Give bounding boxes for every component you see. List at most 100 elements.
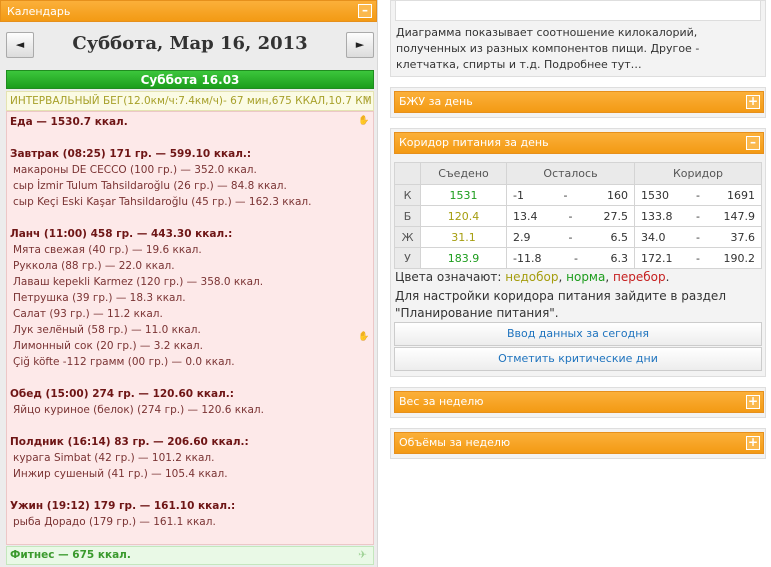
meal-header[interactable]: Еда — 1530.7 ккал. [10,114,369,130]
corridor-range: 34.0 - 37.6 [634,226,762,248]
food-item[interactable]: сыр İzmir Tulum Tahsildaroğlu (26 гр.) —… [10,178,369,194]
meal-header[interactable]: Завтрак (08:25) 171 гр. — 599.10 ккал.: [10,146,369,162]
col-header-left: Осталось [506,162,635,185]
food-item[interactable]: Инжир сушеный (41 гр.) — 105.4 ккал. [10,466,369,482]
collapse-icon[interactable]: – [746,136,760,150]
left-from: 13.4 [513,209,538,223]
legend-end: . [665,270,670,284]
left-from: -1 [513,188,524,202]
bju-header[interactable]: БЖУ за день + [394,91,764,113]
legend-sep: , [605,270,613,284]
fitness-text: Фитнес — 675 ккал. [10,549,131,561]
corridor-range: 172.1 - 190.2 [634,247,762,269]
next-day-button[interactable]: ► [346,32,374,58]
corridor-header-title: Коридор питания за день [399,136,549,149]
hand-icon[interactable]: ✋ [358,332,369,342]
left-from: 2.9 [513,230,531,244]
dash: - [696,188,700,202]
corr-from: 133.8 [641,209,673,223]
left-from: -11.8 [513,251,542,265]
corr-to: 147.9 [723,209,755,223]
table-row: Ж 31.1 2.9 - 6.5 34.0 - 37.6 [394,226,762,248]
expand-icon[interactable]: + [746,95,760,109]
color-legend: Цвета означают: недобор, норма, перебор. [395,270,669,284]
food-item[interactable]: Лимонный сок (20 гр.) — 3.2 ккал. [10,338,369,354]
date-title: Суббота, Мар 16, 2013 [72,33,308,54]
hand-icon[interactable]: ✋ [358,116,369,126]
dash: - [696,251,700,265]
dash: - [568,230,573,244]
left-to: 6.3 [610,251,628,265]
legend-norm: норма [566,270,606,284]
fitness-entry[interactable]: Фитнес — 675 ккал. ✈ [6,546,374,565]
food-item[interactable]: Салат (93 гр.) — 11.2 ккал. [10,306,369,322]
corridor-rows: К 1531 -1 - 160 1530 - 1691 Б 120.4 13.4 - 27.5 133.8… [394,184,762,269]
activity-text: ИНТЕРВАЛЬНЫЙ БЕГ(12.0км/ч:7.4км/ч)- 67 м… [10,95,372,107]
corridor-hint: Для настройки коридора питания зайдите в… [395,289,726,320]
food-lines: Еда — 1530.7 ккал. Завтрак (08:25) 171 гр… [10,114,369,530]
enter-today-button[interactable]: Ввод данных за сегодня [394,322,762,346]
meal-header[interactable]: Обед (15:00) 274 гр. — 120.60 ккал.: [10,386,369,402]
food-item[interactable]: сыр Keçi Eski Kaşar Tahsildaroğlu (45 гр… [10,194,369,210]
corr-from: 1530 [641,188,669,202]
calendar-header[interactable]: Календарь – [0,0,377,22]
table-row: У 183.9 -11.8 - 6.3 172.1 - 190.2 [394,247,762,269]
food-item[interactable]: Çiğ köfte -112 грамм (00 гр.) — 0.0 ккал… [10,354,369,370]
table-row: К 1531 -1 - 160 1530 - 1691 [394,184,762,206]
eaten-value: 1531 [420,184,507,206]
prev-day-button[interactable]: ◄ [6,32,34,58]
calendar-panel: Календарь – ◄ Суббота, Мар 16, 2013 ► Су… [0,0,378,567]
food-item[interactable]: Лук зелёный (58 гр.) — 11.0 ккал. [10,322,369,338]
mark-critical-days-button[interactable]: Отметить критические дни [394,347,762,371]
weight-header[interactable]: Вес за неделю + [394,391,764,413]
corridor-header[interactable]: Коридор питания за день – [394,132,764,154]
left-to: 160 [606,188,628,202]
food-item[interactable]: рыба Дорадо (179 гр.) — 161.1 ккал. [10,514,369,530]
food-item[interactable]: курага Simbat (42 гр.) — 101.2 ккал. [10,450,369,466]
food-item[interactable]: Лаваш kepekli Karmez (120 гр.) — 358.0 к… [10,274,369,290]
corr-from: 34.0 [641,230,666,244]
diagram-area [395,1,761,21]
food-item[interactable]: Петрушка (39 гр.) — 18.3 ккал. [10,290,369,306]
row-label: Ж [394,226,421,248]
volumes-header[interactable]: Объёмы за неделю + [394,432,764,454]
dash: - [573,251,578,265]
volumes-header-title: Объёмы за неделю [399,436,511,449]
dash: - [696,209,700,223]
meal-header[interactable]: Полдник (16:14) 83 гр. — 206.60 ккал.: [10,434,369,450]
dash: - [563,188,568,202]
corridor-range: 1530 - 1691 [634,184,762,206]
food-item[interactable]: Руккола (88 гр.) — 22.0 ккал. [10,258,369,274]
left-to: 27.5 [603,209,628,223]
row-label: К [394,184,421,206]
runner-icon: ✈ [358,549,367,561]
legend-under: недобор [505,270,559,284]
day-header[interactable]: Суббота 16.03 [6,70,374,89]
expand-icon[interactable]: + [746,395,760,409]
calendar-header-title: Календарь [7,5,71,18]
corr-to: 1691 [726,188,755,202]
col-header-eaten: Съедено [420,162,507,185]
weight-header-title: Вес за неделю [399,395,484,408]
table-row: Б 120.4 13.4 - 27.5 133.8 - 147.9 [394,205,762,227]
legend-sep: , [558,270,567,284]
meal-header[interactable]: Ужин (19:12) 179 гр. — 161.10 ккал.: [10,498,369,514]
dash: - [568,209,573,223]
exclamation-icon: ! [364,95,369,107]
legend-prefix: Цвета означают: [395,270,506,284]
collapse-icon[interactable]: – [358,4,372,18]
food-item[interactable]: Яйцо куриное (белок) (274 гр.) — 120.6 к… [10,402,369,418]
legend-over: перебор [612,270,666,284]
table-corner [394,162,421,185]
meal-header[interactable]: Ланч (11:00) 458 гр. — 443.30 ккал.: [10,226,369,242]
food-item[interactable]: макароны DE CECCO (100 гр.) — 352.0 ккал… [10,162,369,178]
food-log: Еда — 1530.7 ккал. Завтрак (08:25) 171 гр… [6,111,374,545]
diagram-description-box: Диаграмма показывает соотношение килокал… [390,0,766,77]
corridor-range: 133.8 - 147.9 [634,205,762,227]
food-item[interactable]: Мята свежая (40 гр.) — 19.6 ккал. [10,242,369,258]
activity-entry[interactable]: ИНТЕРВАЛЬНЫЙ БЕГ(12.0км/ч:7.4км/ч)- 67 м… [6,91,374,111]
expand-icon[interactable]: + [746,436,760,450]
